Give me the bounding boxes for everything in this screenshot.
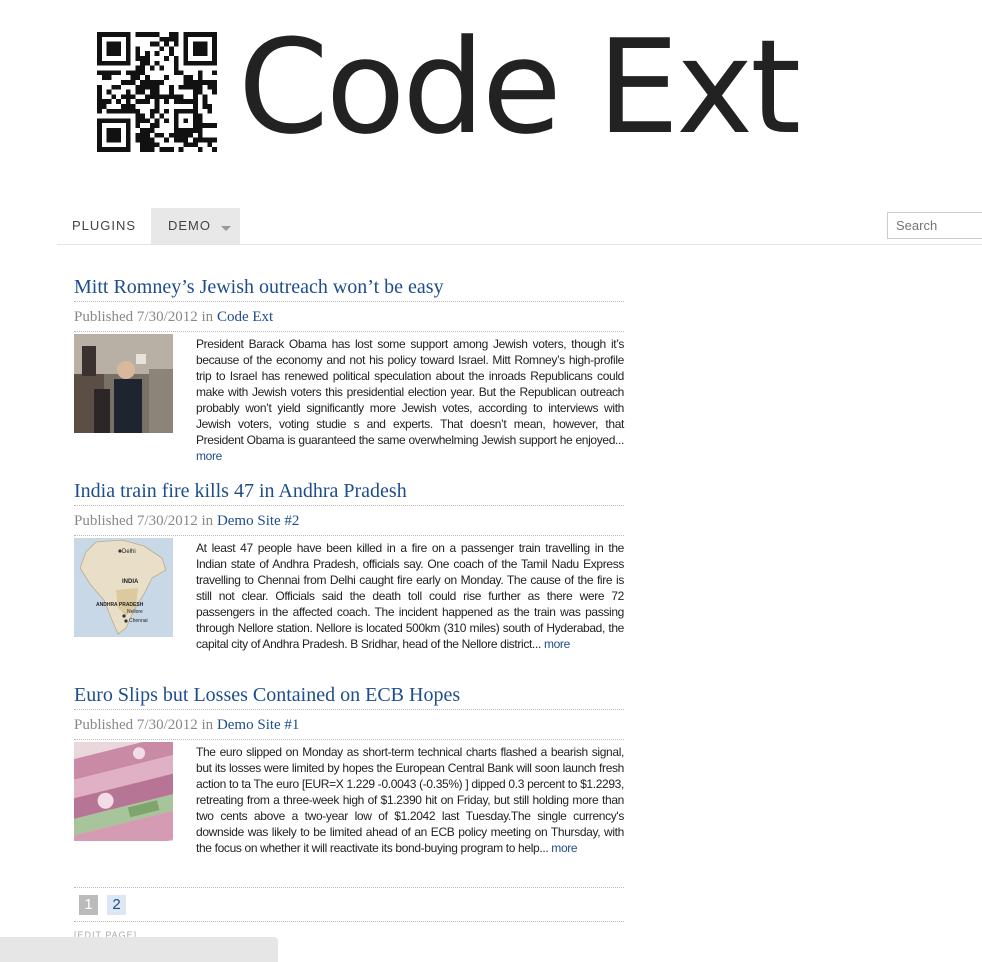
more-link[interactable]: more — [551, 841, 577, 855]
bottom-status-bar — [0, 937, 278, 962]
pagination: 1 2 — [74, 887, 624, 922]
post-title[interactable]: Euro Slips but Losses Contained on ECB H… — [74, 682, 624, 710]
post-excerpt: The euro slipped on Monday as short-term… — [196, 744, 624, 856]
post-title[interactable]: India train fire kills 47 in Andhra Prad… — [74, 478, 624, 506]
more-link[interactable]: more — [544, 637, 570, 651]
page-1-current: 1 — [79, 895, 98, 915]
post-excerpt-text: The euro slipped on Monday as short-term… — [196, 745, 624, 855]
main-nav: PLUGINS DEMO — [57, 208, 982, 245]
site-title[interactable]: Code Ext — [238, 12, 801, 162]
qr-code-icon — [97, 32, 217, 152]
chevron-down-icon — [221, 226, 231, 231]
post-thumbnail-map[interactable]: Delhi INDIA ANDHRA PRADESH Nellore Chenn… — [74, 538, 173, 637]
post-thumbnail[interactable] — [74, 334, 173, 433]
map-label: ANDHRA PRADESH — [96, 602, 144, 608]
map-label: INDIA — [122, 579, 139, 585]
post-item: Mitt Romney’s Jewish outreach won’t be e… — [74, 274, 624, 463]
map-label: Nellore — [127, 609, 143, 615]
page-2-link[interactable]: 2 — [107, 895, 126, 915]
nav-item-demo[interactable]: DEMO — [151, 208, 240, 244]
nav-item-plugins[interactable]: PLUGINS — [57, 208, 151, 244]
more-link[interactable]: more — [196, 449, 222, 463]
post-meta: Published 7/30/2012 in Code Ext — [74, 304, 624, 332]
published-date: Published 7/30/2012 in — [74, 309, 214, 325]
post-item: India train fire kills 47 in Andhra Prad… — [74, 478, 624, 651]
nav-item-demo-label: DEMO — [168, 218, 211, 233]
category-link[interactable]: Demo Site #1 — [217, 717, 300, 733]
post-title[interactable]: Mitt Romney’s Jewish outreach won’t be e… — [74, 274, 624, 302]
post-excerpt-text: At least 47 people have been killed in a… — [196, 541, 624, 651]
category-link[interactable]: Code Ext — [217, 309, 273, 325]
search-input[interactable] — [887, 212, 982, 239]
post-item: Euro Slips but Losses Contained on ECB H… — [74, 682, 624, 855]
published-date: Published 7/30/2012 in — [74, 513, 214, 529]
post-excerpt: At least 47 people have been killed in a… — [196, 540, 624, 652]
post-thumbnail-banknotes[interactable] — [74, 742, 173, 841]
post-meta: Published 7/30/2012 in Demo Site #2 — [74, 508, 624, 536]
post-excerpt: President Barack Obama has lost some sup… — [196, 336, 624, 464]
category-link[interactable]: Demo Site #2 — [217, 513, 300, 529]
published-date: Published 7/30/2012 in — [74, 717, 214, 733]
map-label: Delhi — [122, 549, 136, 555]
map-label: Chennai — [129, 618, 148, 624]
site-header: Code Ext — [0, 0, 982, 200]
post-meta: Published 7/30/2012 in Demo Site #1 — [74, 712, 624, 740]
post-excerpt-text: President Barack Obama has lost some sup… — [196, 337, 624, 447]
